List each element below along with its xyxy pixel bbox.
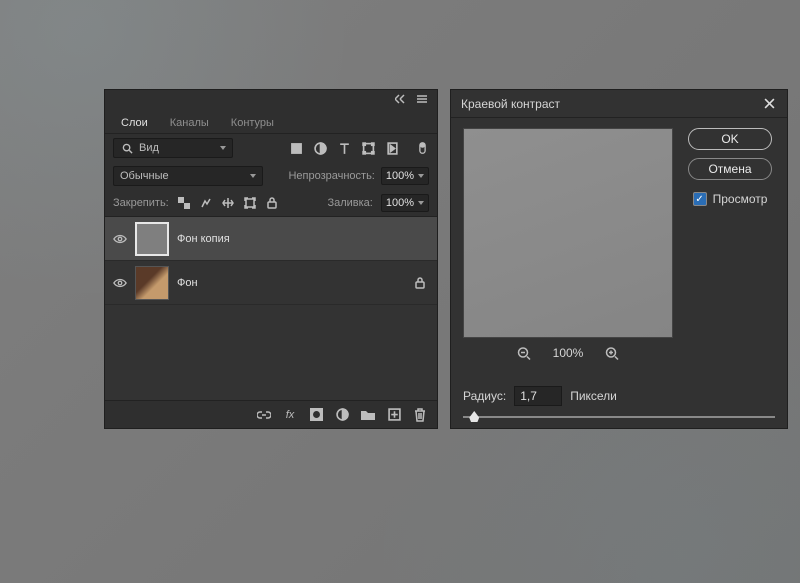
panel-footer: fx [105, 400, 437, 428]
opacity-label: Непрозрачность: [288, 170, 374, 182]
tab-layers[interactable]: Слои [111, 112, 158, 133]
tab-channels[interactable]: Каналы [160, 112, 219, 133]
opacity-value[interactable]: 100% [381, 167, 429, 185]
eye-icon [113, 276, 127, 290]
dialog-titlebar[interactable]: Краевой контраст [451, 90, 787, 118]
preview-checkbox[interactable]: ✓ [693, 192, 707, 206]
blend-row: Обычные Непрозрачность: 100% [105, 162, 437, 190]
chevron-down-icon [250, 174, 256, 178]
slider-track [463, 416, 775, 418]
lock-position-icon[interactable] [221, 196, 235, 210]
search-icon [120, 141, 134, 155]
lock-image-icon[interactable] [199, 196, 213, 210]
filter-adjust-icon[interactable] [313, 141, 327, 155]
ok-button[interactable]: OK [688, 128, 772, 150]
zoom-value: 100% [553, 346, 584, 360]
lock-label: Закрепить: [113, 197, 169, 209]
preview-column: 100% [463, 128, 673, 380]
filter-smart-icon[interactable] [385, 141, 399, 155]
chevron-down-icon [220, 146, 226, 150]
filter-icons [289, 138, 429, 158]
trash-icon[interactable] [413, 408, 427, 422]
lock-transparent-icon[interactable] [177, 196, 191, 210]
eye-icon [113, 232, 127, 246]
link-icon[interactable] [257, 408, 271, 422]
layer-kind-filter[interactable]: Вид [113, 138, 233, 158]
fill-value[interactable]: 100% [381, 194, 429, 212]
layer-thumbnail[interactable] [135, 222, 169, 256]
tab-paths[interactable]: Контуры [221, 112, 284, 133]
dialog-title: Краевой контраст [461, 97, 560, 111]
filter-row: Вид [105, 134, 437, 162]
layer-name[interactable]: Фон копия [177, 233, 230, 245]
layers-panel: Слои Каналы Контуры Вид Обычные Непрозра… [104, 89, 438, 429]
lock-artboard-icon[interactable] [243, 196, 257, 210]
lock-row: Закрепить: Заливка: 100% [105, 190, 437, 217]
filter-shape-icon[interactable] [361, 141, 375, 155]
blend-mode-value: Обычные [120, 170, 169, 182]
layer-thumbnail[interactable] [135, 266, 169, 300]
new-layer-icon[interactable] [387, 408, 401, 422]
filter-preview[interactable] [463, 128, 673, 338]
fx-icon[interactable]: fx [283, 408, 297, 422]
zoom-out-icon[interactable] [517, 346, 531, 360]
radius-label: Радиус: [463, 389, 506, 403]
panel-topbar [105, 90, 437, 108]
filter-dialog: Краевой контраст 100% OK Отмена ✓ Просмо… [450, 89, 788, 429]
zoom-controls: 100% [463, 338, 673, 364]
panel-menu-icon[interactable] [415, 92, 429, 106]
lock-icon[interactable] [413, 276, 427, 290]
radius-unit: Пиксели [570, 389, 617, 403]
slider-handle[interactable] [469, 411, 479, 422]
blend-mode-select[interactable]: Обычные [113, 166, 263, 186]
radius-slider[interactable] [451, 412, 787, 428]
panel-tabs: Слои Каналы Контуры [105, 108, 437, 134]
visibility-toggle[interactable] [105, 232, 135, 246]
button-column: OK Отмена ✓ Просмотр [685, 128, 775, 380]
preview-label: Просмотр [713, 192, 768, 206]
fill-label: Заливка: [327, 197, 372, 209]
close-button[interactable] [761, 96, 777, 112]
dialog-body: 100% OK Отмена ✓ Просмотр [451, 118, 787, 380]
lock-icons [177, 196, 279, 210]
radius-row: Радиус: Пиксели [451, 380, 787, 412]
zoom-in-icon[interactable] [605, 346, 619, 360]
filter-type-icon[interactable] [337, 141, 351, 155]
group-icon[interactable] [361, 408, 375, 422]
layer-item[interactable]: Фон копия [105, 217, 437, 261]
filter-pixel-icon[interactable] [289, 141, 303, 155]
panel-collapse-icon[interactable] [393, 92, 407, 106]
chevron-down-icon [418, 201, 424, 205]
adjustment-icon[interactable] [335, 408, 349, 422]
chevron-down-icon [418, 174, 424, 178]
mask-icon[interactable] [309, 408, 323, 422]
radius-input[interactable] [514, 386, 562, 406]
cancel-button[interactable]: Отмена [688, 158, 772, 180]
visibility-toggle[interactable] [105, 276, 135, 290]
layer-item[interactable]: Фон [105, 261, 437, 305]
preview-toggle-row: ✓ Просмотр [693, 192, 768, 206]
filter-toggle-icon[interactable] [415, 141, 429, 155]
filter-label: Вид [139, 142, 159, 154]
lock-all-icon[interactable] [265, 196, 279, 210]
layer-name[interactable]: Фон [177, 277, 198, 289]
layers-list: Фон копия Фон [105, 217, 437, 400]
